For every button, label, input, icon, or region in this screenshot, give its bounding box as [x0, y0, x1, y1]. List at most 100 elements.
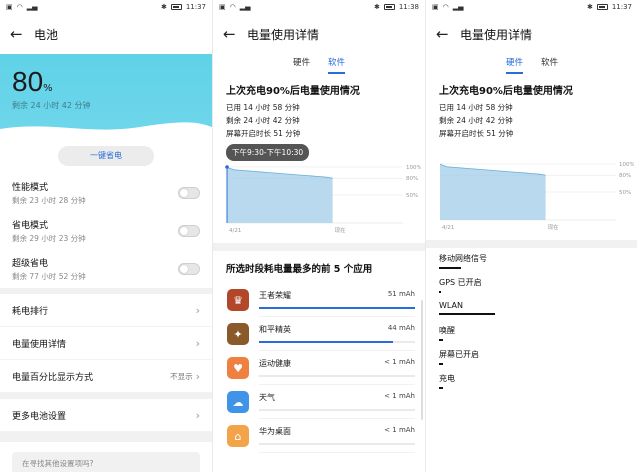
ultra-saving-toggle[interactable] [178, 263, 200, 275]
tab-hardware[interactable]: 硬件 [293, 56, 310, 74]
hw-label: 屏幕已开启 [439, 350, 479, 359]
notification-icon: ▣ [6, 3, 13, 11]
used-time: 已用 14 小时 58 分钟 [226, 103, 300, 112]
app-usage-bar [259, 307, 415, 309]
app-usage: < 1 mAh [384, 358, 415, 366]
weather-icon: ☁ [227, 391, 249, 413]
nav-label: 电量百分比显示方式 [12, 372, 94, 383]
app-usage: < 1 mAh [384, 426, 415, 434]
battery-icon [170, 4, 182, 10]
hw-label: 唤醒 [439, 326, 455, 335]
app-usage-bar [259, 375, 415, 377]
app-name: 王者荣耀 [259, 291, 291, 300]
selection-point [225, 165, 229, 169]
battery-chart[interactable]: 100% 80% 50% 4/21 现在 [221, 163, 421, 243]
tab-hardware[interactable]: 硬件 [505, 56, 523, 74]
app-usage: 51 mAh [387, 290, 415, 298]
x-tick-label: 现在 [335, 226, 347, 234]
remaining-time: 剩余 24 小时 42 分钟 [439, 116, 513, 125]
chevron-right-icon: › [195, 303, 200, 317]
launcher-icon: ⌂ [227, 425, 249, 447]
wifi-icon: ◠ [16, 3, 23, 11]
mode-sub: 剩余 77 小时 52 分钟 [12, 272, 86, 281]
chevron-right-icon: › [195, 369, 200, 383]
settings-search-hint[interactable]: 在寻找其他设置项吗? [12, 452, 200, 472]
back-arrow-icon[interactable]: ← [223, 25, 247, 43]
app-usage-bar [259, 341, 415, 343]
app-row[interactable]: ☁ 天气 < 1 mAh [213, 385, 425, 419]
bluetooth-icon: ✱ [160, 3, 167, 11]
battery-percent: 80 [12, 66, 44, 97]
nav-label: 电量使用详情 [12, 339, 67, 350]
usage-details-software: ▣ ◠ ▂▄ ✱ 11:38 ← 电量使用详情 硬件 软件 上次充电90%后电量使用情… [213, 0, 425, 472]
hw-item: 屏幕已开启 [439, 344, 625, 368]
mode-title: 省电模式 [12, 221, 49, 231]
bluetooth-icon: ✱ [373, 3, 380, 11]
top-apps-heading: 所选时段耗电量最多的前 5 个应用 [226, 264, 373, 275]
nav-more-battery-settings[interactable]: 更多电池设置 › [0, 399, 212, 432]
notification-icon: ▣ [219, 3, 226, 11]
top-bar: ← 电量使用详情 [213, 14, 425, 54]
battery-level-card: 80% 剩余 24 小时 42 分钟 [0, 54, 212, 135]
remaining-time: 剩余 24 小时 42 分钟 [12, 101, 91, 110]
battery-icon [596, 4, 608, 10]
hw-label: 移动网络信号 [439, 254, 487, 263]
bluetooth-icon: ✱ [586, 3, 593, 11]
top-bar: ← 电量使用详情 [426, 14, 637, 54]
app-usage: < 1 mAh [384, 392, 415, 400]
battery-chart[interactable]: 100% 80% 50% 4/21 现在 [434, 160, 634, 240]
power-saving-toggle[interactable] [178, 225, 200, 237]
app-name: 天气 [259, 393, 275, 402]
nav-usage-details[interactable]: 电量使用详情 › [0, 327, 212, 360]
battery-area [227, 167, 333, 223]
scrollbar[interactable] [421, 300, 423, 420]
status-bar: ▣ ◠ ▂▄ ✱ 11:37 [0, 0, 212, 14]
top-bar: ← 电池 [0, 14, 212, 54]
status-time: 11:37 [611, 3, 632, 11]
tab-bar: 硬件 软件 [213, 54, 425, 74]
page-title: 电量使用详情 [247, 27, 320, 42]
nav-consumption-ranking[interactable]: 耗电排行 › [0, 294, 212, 327]
one-tap-save-button[interactable]: 一键省电 [58, 146, 154, 166]
usage-details-hardware: ▣ ◠ ▂▄ ✱ 11:37 ← 电量使用详情 硬件 软件 上次充电90%后电量使用情… [426, 0, 637, 472]
mode-ultra-saving[interactable]: 超级省电 剩余 77 小时 52 分钟 [0, 250, 212, 288]
tab-software[interactable]: 软件 [541, 56, 558, 74]
hw-label: GPS 已开启 [439, 278, 482, 287]
hw-label: 充电 [439, 374, 455, 383]
app-name: 和平精英 [259, 325, 291, 334]
divider [213, 243, 425, 251]
mode-title: 性能模式 [12, 183, 49, 193]
hardware-list: 移动网络信号 GPS 已开启 WLAN 唤醒 屏幕已开启 充电 [426, 248, 637, 392]
hw-usage-bar [439, 313, 495, 315]
signal-icon: ▂▄ [26, 3, 38, 11]
app-row[interactable]: ✦ 和平精英 44 mAh [213, 317, 425, 351]
app-row[interactable]: ⌂ 华为桌面 < 1 mAh [213, 419, 425, 453]
x-tick-label: 4/21 [229, 228, 241, 234]
nav-label: 更多电池设置 [12, 411, 67, 422]
performance-toggle[interactable] [178, 187, 200, 199]
divider [0, 432, 212, 442]
page-title: 电量使用详情 [460, 27, 533, 42]
divider [426, 240, 637, 248]
back-arrow-icon[interactable]: ← [10, 25, 34, 43]
hw-item: GPS 已开启 [439, 272, 625, 296]
usage-heading: 上次充电90%后电量使用情况 [226, 86, 360, 97]
app-row[interactable]: ♛ 王者荣耀 51 mAh [213, 283, 425, 317]
app-row[interactable]: ♥ 运动健康 < 1 mAh [213, 351, 425, 385]
mode-performance[interactable]: 性能模式 剩余 23 小时 28 分钟 [0, 174, 212, 212]
screen-on-time: 屏幕开启时长 51 分钟 [439, 129, 514, 138]
battery-screen: ▣ ◠ ▂▄ ✱ 11:37 ← 电池 80% 剩余 24 小时 42 分钟 一键省电… [0, 0, 212, 472]
hw-usage-bar [439, 339, 443, 341]
hw-item: WLAN [439, 296, 625, 320]
y-tick-label: 100% [406, 165, 421, 171]
mode-power-saving[interactable]: 省电模式剩余 29 小时 23 分钟 [0, 212, 212, 250]
mode-sub: 剩余 29 小时 23 分钟 [12, 234, 86, 243]
tab-software[interactable]: 软件 [328, 56, 346, 74]
hw-item: 移动网络信号 [439, 248, 625, 272]
nav-percent-display[interactable]: 电量百分比显示方式 不显示 › [0, 360, 212, 393]
wifi-icon: ◠ [229, 3, 236, 11]
app-usage: 44 mAh [387, 324, 415, 332]
back-arrow-icon[interactable]: ← [436, 25, 460, 43]
app-name: 华为桌面 [259, 427, 291, 436]
hw-item: 充电 [439, 368, 625, 392]
